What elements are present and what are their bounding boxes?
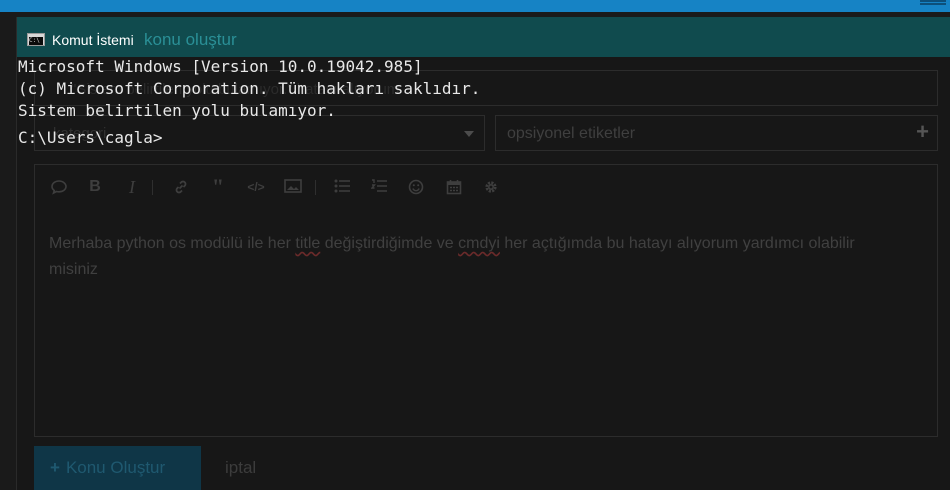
console-output: Microsoft Windows [Version 10.0.19042.98… [18, 56, 480, 122]
gear-icon[interactable] [481, 177, 501, 197]
console-line: (c) Microsoft Corporation. Tüm hakları s… [18, 79, 481, 98]
cancel-link[interactable]: iptal [225, 458, 256, 478]
misspelled-word: title [295, 235, 321, 252]
form-heading: konu oluştur [144, 30, 237, 49]
tags-input[interactable] [505, 122, 899, 146]
cmd-icon-text: C:\ [29, 37, 43, 45]
numbered-list-icon[interactable] [369, 177, 389, 197]
post-editor[interactable]: B I " </> Merhaba python os modülü ile h… [34, 164, 938, 437]
toolbar-divider [152, 180, 153, 195]
speech-bubble-icon[interactable] [49, 177, 69, 197]
console-window-title: Komut İstemi [52, 32, 134, 48]
toolbar-divider [315, 180, 316, 195]
top-header-bar [0, 0, 950, 12]
bold-icon[interactable]: B [85, 177, 105, 197]
console-prompt[interactable]: C:\Users\cagla> [18, 128, 163, 147]
image-icon[interactable] [283, 177, 303, 197]
code-icon[interactable]: </> [246, 177, 266, 197]
post-body-text[interactable]: Merhaba python os modülü ile her title d… [49, 231, 899, 283]
tags-field[interactable]: + [495, 115, 938, 151]
bullet-list-icon[interactable] [332, 177, 352, 197]
misspelled-word: cmdyi [458, 235, 500, 252]
calendar-icon[interactable] [444, 177, 464, 197]
quote-icon[interactable]: " [208, 176, 228, 198]
create-topic-button[interactable]: + Konu Oluştur [34, 446, 201, 490]
italic-icon[interactable]: I [122, 177, 142, 197]
hamburger-icon[interactable] [920, 3, 946, 5]
console-titlebar[interactable]: C:\ konu oluştur Komut İstemi [17, 17, 950, 57]
cmd-icon: C:\ [27, 33, 45, 46]
emoji-icon[interactable] [406, 177, 426, 197]
console-line: Sistem belirtilen yolu bulamıyor. [18, 101, 336, 120]
plus-icon: + [50, 458, 60, 477]
body-text-part: Merhaba python os modülü ile her [49, 235, 296, 252]
body-text-part: değiştirdiğimde ve [320, 235, 459, 252]
chevron-down-icon [464, 131, 474, 137]
link-icon[interactable] [171, 177, 191, 197]
console-line: Microsoft Windows [Version 10.0.19042.98… [18, 57, 423, 76]
add-tag-icon[interactable]: + [916, 119, 929, 145]
create-topic-label: Konu Oluştur [65, 458, 166, 477]
